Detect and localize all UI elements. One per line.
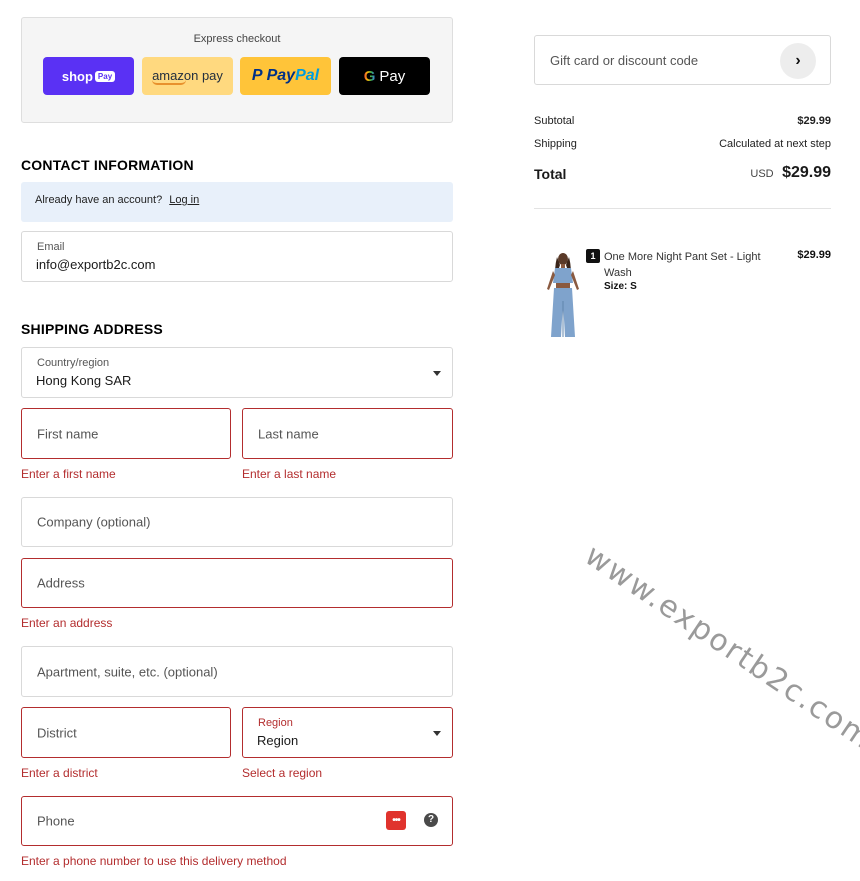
shipping-section-title: SHIPPING ADDRESS [21, 321, 163, 337]
district-field[interactable]: District [21, 707, 231, 758]
total-currency: USD [750, 168, 774, 180]
subtotal-row: Subtotal $29.99 [534, 115, 831, 127]
country-value: Hong Kong SAR [36, 373, 132, 388]
total-amount: USD $29.99 [750, 164, 831, 182]
google-g-icon: G [363, 67, 376, 85]
apartment-field[interactable]: Apartment, suite, etc. (optional) [21, 646, 453, 697]
region-value: Region [257, 733, 299, 748]
google-pay-label: Pay [379, 67, 406, 85]
first-name-field[interactable]: First name [21, 408, 231, 459]
chevron-down-icon [433, 730, 441, 736]
account-banner: Already have an account? Log in [21, 182, 453, 222]
first-name-error: Enter a first name [21, 467, 116, 481]
last-name-error: Enter a last name [242, 467, 337, 481]
country-select[interactable]: Country/region Hong Kong SAR [21, 347, 453, 398]
region-error: Select a region [242, 766, 323, 780]
account-prompt: Already have an account? [35, 194, 163, 206]
shop-pay-label: shop [61, 68, 93, 84]
address-error: Enter an address [21, 616, 113, 630]
district-error: Enter a district [21, 766, 98, 780]
company-field[interactable]: Company (optional) [21, 497, 453, 547]
shop-pay-button[interactable]: shop Pay [43, 57, 134, 95]
shipping-label: Shipping [534, 138, 577, 150]
shop-pay-chip: Pay [94, 70, 116, 82]
login-link[interactable]: Log in [169, 194, 199, 206]
first-name-placeholder: First name [37, 426, 99, 441]
subtotal-value: $29.99 [797, 115, 831, 127]
email-label: Email [37, 241, 65, 253]
chevron-down-icon [433, 370, 441, 376]
product-thumbnail [534, 249, 592, 339]
item-title: One More Night Pant Set - Light Wash [604, 251, 761, 279]
region-select[interactable]: Region Region [242, 707, 453, 758]
discount-code-field[interactable]: Gift card or discount code › [534, 35, 831, 85]
apply-discount-button[interactable]: › [780, 43, 816, 79]
total-value: $29.99 [782, 164, 831, 181]
shipping-value: Calculated at next step [719, 138, 831, 150]
paypal-label-part1: Pay [266, 67, 296, 84]
discount-placeholder: Gift card or discount code [550, 53, 699, 68]
shipping-row: Shipping Calculated at next step [534, 138, 831, 150]
paypal-p-logo-icon: P [251, 67, 263, 84]
password-manager-icon[interactable]: ••• [386, 811, 406, 830]
express-checkout-title: Express checkout [193, 33, 281, 45]
district-placeholder: District [37, 725, 77, 740]
region-label: Region [258, 717, 293, 729]
amazon-smile-icon [152, 80, 187, 85]
chevron-right-icon: › [795, 52, 801, 69]
express-checkout-panel: Express checkout shop Pay amazon pay P P… [21, 17, 453, 123]
last-name-field[interactable]: Last name [242, 408, 453, 459]
subtotal-label: Subtotal [534, 115, 575, 127]
email-field[interactable]: Email info@exportb2c.com [21, 231, 453, 282]
company-placeholder: Company (optional) [37, 514, 151, 530]
watermark: www.exportb2c.com [578, 537, 860, 758]
summary-divider [534, 208, 831, 209]
quantity-badge: 1 [586, 249, 600, 263]
address-field[interactable]: Address [21, 558, 453, 608]
last-name-placeholder: Last name [258, 426, 319, 441]
email-value: info@exportb2c.com [36, 257, 156, 272]
phone-error: Enter a phone number to use this deliver… [21, 854, 287, 868]
phone-placeholder: Phone [37, 813, 75, 829]
help-icon[interactable]: ? [424, 813, 438, 827]
phone-field[interactable]: Phone ••• ? [21, 796, 453, 846]
amazon-pay-button[interactable]: amazon pay [142, 57, 233, 95]
item-price: $29.99 [797, 249, 831, 261]
total-label: Total [534, 166, 567, 182]
apartment-placeholder: Apartment, suite, etc. (optional) [37, 664, 218, 679]
google-pay-button[interactable]: G Pay [339, 57, 430, 95]
contact-section-title: CONTACT INFORMATION [21, 157, 194, 173]
paypal-label-part2: Pal [295, 67, 320, 84]
country-label: Country/region [37, 357, 110, 369]
paypal-button[interactable]: P Pay Pal [240, 57, 331, 95]
address-placeholder: Address [37, 575, 85, 591]
item-size: Size: S [604, 281, 637, 292]
